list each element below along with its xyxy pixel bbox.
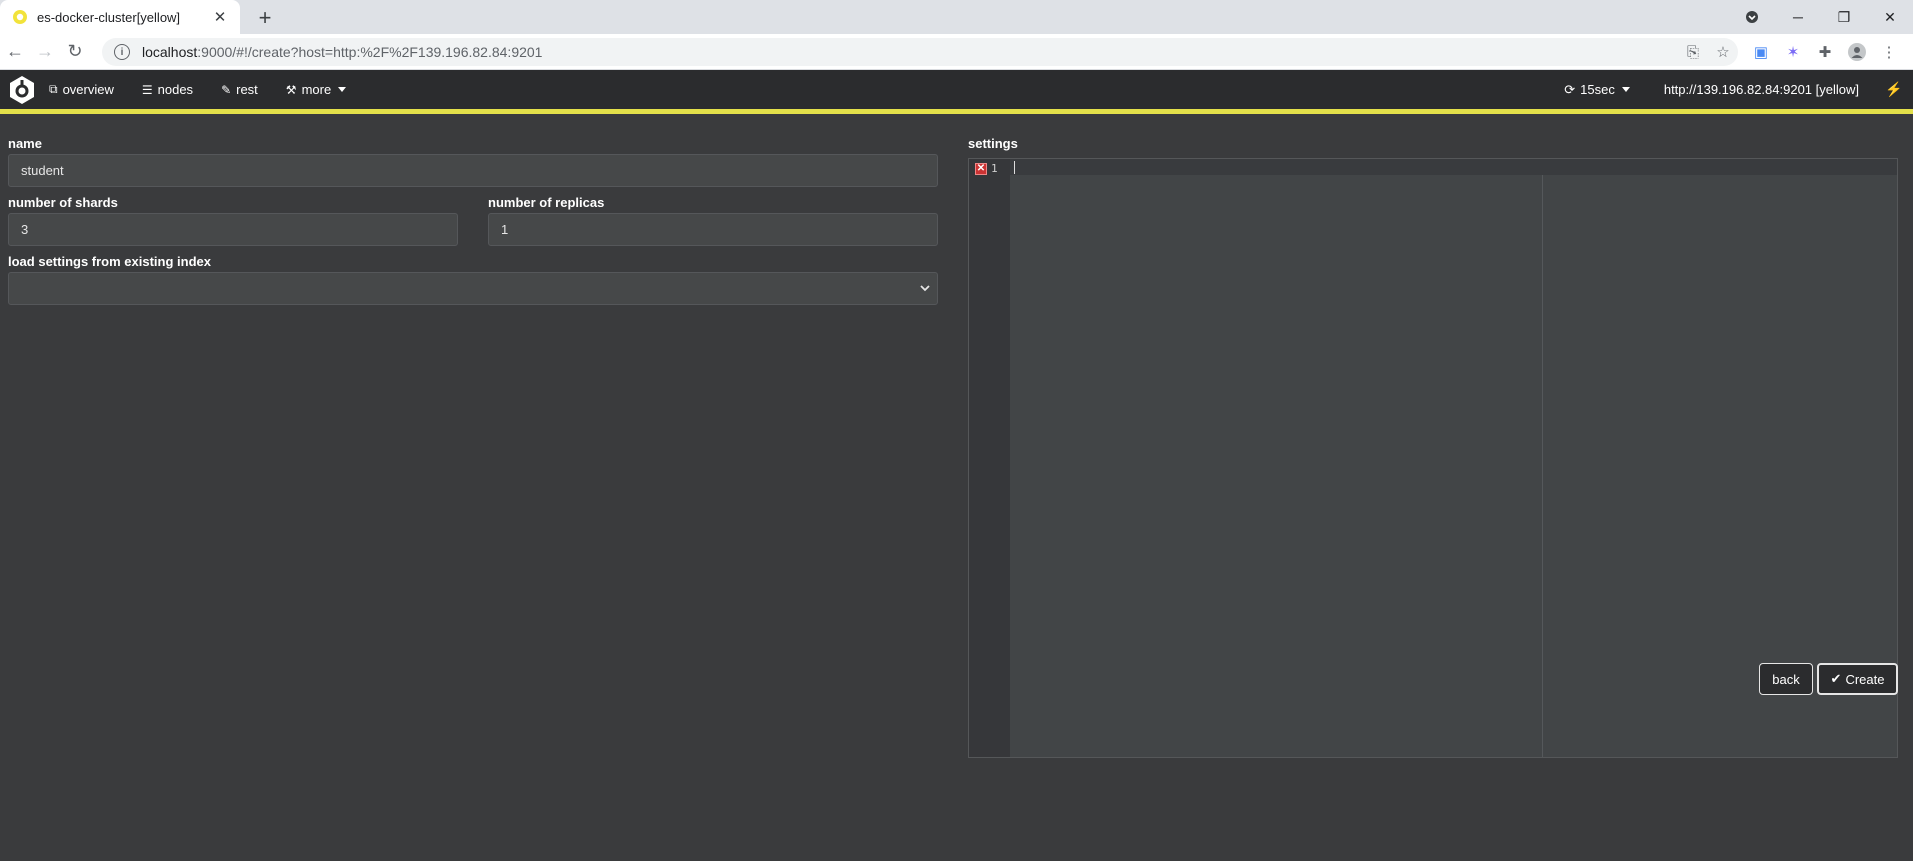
profile-icon[interactable] [1841, 43, 1873, 61]
shards-input[interactable]: 3 [8, 213, 458, 246]
name-label: name [8, 136, 42, 151]
nav-rest[interactable]: ✎ rest [221, 82, 258, 97]
caret-down-icon [1621, 87, 1630, 92]
address-bar[interactable]: i localhost:9000/#!/create?host=http:%2F… [102, 38, 1738, 66]
edit-icon: ✎ [221, 82, 232, 97]
refresh-interval-dropdown[interactable]: ⟳ 15sec [1564, 82, 1630, 98]
name-input[interactable]: student [8, 154, 938, 187]
create-index-form: name student number of shards 3 number o… [0, 114, 1913, 860]
reload-icon[interactable]: ↻ [60, 37, 90, 67]
chevron-down-icon [920, 285, 930, 292]
editor-active-line [1010, 159, 1897, 175]
list-icon: ☰ [141, 82, 153, 97]
tab-search-icon[interactable] [1729, 0, 1775, 34]
editor-print-margin [1542, 175, 1543, 757]
create-button[interactable]: ✔ Create [1817, 663, 1898, 695]
extension-icon[interactable]: ✚ [1809, 43, 1841, 61]
url-host: localhost [142, 44, 198, 60]
new-tab-button[interactable]: + [252, 5, 278, 31]
load-settings-select[interactable] [8, 272, 938, 305]
back-button-label: back [1772, 671, 1800, 687]
nav-nodes[interactable]: ☰ nodes [142, 82, 193, 97]
browser-tab[interactable]: es-docker-cluster[yellow] ✕ [0, 0, 240, 34]
forward-arrow-icon[interactable]: → [30, 37, 60, 67]
magic-icon: ⚒ [285, 82, 297, 97]
settings-label: settings [968, 136, 1018, 151]
refresh-icon: ⟳ [1564, 81, 1576, 97]
replicas-label: number of replicas [488, 195, 605, 210]
line-number: 1 [991, 162, 998, 175]
editor-cursor [1014, 161, 1015, 174]
tab-close-icon[interactable]: ✕ [210, 7, 230, 27]
tab-title: es-docker-cluster[yellow] [37, 9, 181, 25]
editor-gutter: ✕ 1 [969, 159, 1010, 757]
info-icon[interactable]: i [114, 44, 130, 60]
cerebro-logo[interactable] [7, 75, 37, 105]
nav-more-label: more [301, 82, 332, 97]
nav-more-dropdown[interactable]: ⚒ more [285, 82, 347, 97]
refresh-interval-label: 15sec [1580, 82, 1615, 97]
nav-nodes-label: nodes [157, 82, 194, 97]
browser-tab-strip: es-docker-cluster[yellow] ✕ + ─ ❐ ✕ [0, 0, 1913, 34]
back-arrow-icon[interactable]: ← [0, 37, 30, 67]
cerebro-favicon-icon [13, 10, 27, 24]
shards-label: number of shards [8, 195, 118, 210]
url-path: :9000/#!/create?host=http:%2F%2F139.196.… [197, 44, 543, 60]
nav-rest-label: rest [236, 82, 258, 97]
sitemap-icon: ⧉ [49, 82, 58, 96]
caret-down-icon [338, 87, 347, 92]
minimize-icon[interactable]: ─ [1775, 0, 1821, 34]
translate-icon[interactable]: ⎘ [1678, 44, 1708, 61]
restore-icon[interactable]: ❐ [1821, 0, 1867, 34]
connected-host-label: http://139.196.82.84:9201 [yellow] [1663, 82, 1859, 97]
replicas-input[interactable]: 1 [488, 213, 938, 246]
error-icon: ✕ [975, 163, 987, 175]
star-icon[interactable]: ☆ [1708, 43, 1738, 61]
app-navbar: ⧉ overview ☰ nodes ✎ rest ⚒ more ⟳ 15sec… [0, 70, 1913, 114]
plug-icon[interactable]: ⚡ [1885, 81, 1902, 98]
window-close-icon[interactable]: ✕ [1867, 0, 1913, 34]
create-button-label: Create [1845, 671, 1885, 687]
browser-toolbar: ← → ↻ i localhost:9000/#!/create?host=ht… [0, 34, 1913, 70]
extension-b-icon[interactable]: ✶ [1777, 43, 1809, 61]
check-icon: ✔ [1830, 671, 1842, 686]
nav-overview[interactable]: ⧉ overview [49, 82, 114, 97]
nav-overview-label: overview [62, 82, 114, 97]
load-settings-label: load settings from existing index [8, 254, 211, 269]
menu-icon[interactable]: ⋮ [1873, 43, 1905, 61]
extension-a-icon[interactable]: ▣ [1745, 43, 1777, 61]
back-button[interactable]: back [1759, 663, 1813, 695]
